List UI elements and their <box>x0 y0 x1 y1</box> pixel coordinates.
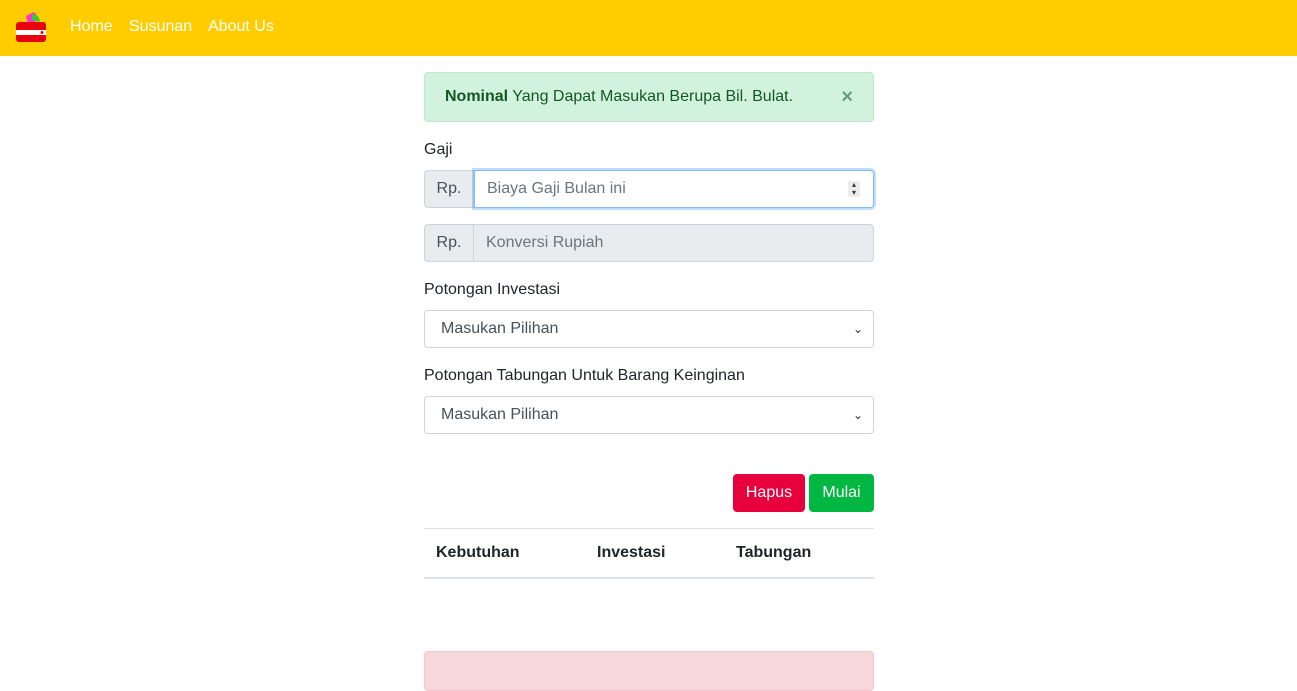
nav-link-about-us[interactable]: About Us <box>208 17 274 37</box>
column-header-investasi: Investasi <box>597 544 666 561</box>
investasi-label: Potongan Investasi <box>424 281 561 298</box>
number-spinner-icon[interactable]: ▴ ▾ <box>848 181 860 197</box>
gaji-input-group: Rp. ▴▾ <box>424 170 874 208</box>
investasi-selected-value: Masukan Pilihan <box>441 320 559 337</box>
chevron-down-icon: ⌄ <box>852 322 863 336</box>
hapus-button[interactable]: Hapus <box>733 474 805 512</box>
currency-prefix: Rp. <box>424 170 474 208</box>
result-table-header: Kebutuhan Investasi Tabungan <box>424 528 874 579</box>
alert-bold-text: Nominal <box>445 88 509 105</box>
info-alert: Nominal Yang Dapat Masukan Berupa Bil. B… <box>424 72 874 122</box>
chevron-down-icon: ⌄ <box>852 408 863 422</box>
tabungan-label: Potongan Tabungan Untuk Barang Keinginan <box>424 367 745 384</box>
gaji-input[interactable] <box>474 170 874 208</box>
close-icon[interactable]: × <box>841 73 853 121</box>
alert-text: Yang Dapat Masukan Berupa Bil. Bulat. <box>508 88 794 105</box>
konversi-input-group: Rp. <box>424 224 874 262</box>
nav-link-susunan[interactable]: Susunan <box>129 17 192 37</box>
investasi-select[interactable]: Masukan Pilihan ⌄ <box>424 310 874 348</box>
tabungan-selected-value: Masukan Pilihan <box>441 406 559 423</box>
danger-alert <box>424 651 874 691</box>
nav-link-home[interactable]: Home <box>70 17 113 37</box>
tabungan-select[interactable]: Masukan Pilihan ⌄ <box>424 396 874 434</box>
navbar: Home Susunan About Us <box>0 0 1297 56</box>
wallet-icon[interactable] <box>14 12 48 44</box>
gaji-label: Gaji <box>424 141 453 158</box>
column-header-tabungan: Tabungan <box>736 544 812 561</box>
column-header-kebutuhan: Kebutuhan <box>436 544 520 561</box>
mulai-button[interactable]: Mulai <box>809 474 874 512</box>
konversi-rupiah-field <box>474 224 874 262</box>
currency-prefix: Rp. <box>424 224 474 262</box>
